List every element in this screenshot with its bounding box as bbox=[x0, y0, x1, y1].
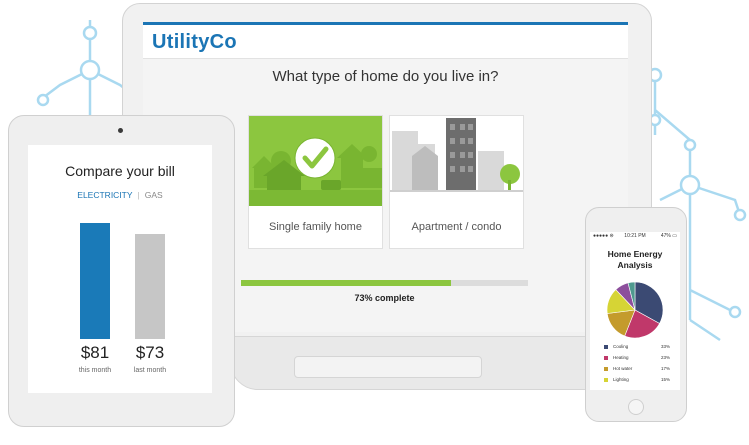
brand-bar bbox=[143, 22, 628, 25]
legend-label: Hot water bbox=[613, 366, 633, 371]
tab-electricity[interactable]: ELECTRICITY bbox=[77, 190, 132, 200]
option-apartment[interactable]: Apartment / condo bbox=[389, 115, 524, 249]
legend-percent: 23% bbox=[660, 355, 670, 360]
option-single-family[interactable]: Single family home bbox=[248, 115, 383, 249]
legend-percent: 17% bbox=[660, 366, 670, 371]
survey-question: What type of home do you live in? bbox=[272, 68, 499, 85]
legend-row: Cooling 33% bbox=[604, 344, 670, 352]
compare-bill-title: Compare your bill bbox=[65, 163, 175, 179]
single-family-illustration bbox=[249, 116, 382, 206]
option-label: Single family home bbox=[269, 221, 362, 233]
tablet-camera bbox=[118, 128, 123, 133]
legend-swatch bbox=[604, 356, 608, 360]
progress-label: 73% complete bbox=[354, 293, 415, 303]
status-bar: ●●●●● ⊜ 10:21 PM 47% ▭ bbox=[590, 232, 680, 240]
legend-swatch bbox=[604, 378, 608, 382]
legend-swatch bbox=[604, 345, 608, 349]
phone-screen: ●●●●● ⊜ 10:21 PM 47% ▭ Home Energy Analy… bbox=[590, 232, 680, 390]
bill-bar-last-month bbox=[135, 234, 165, 339]
bill-caption-last-month: last month bbox=[133, 367, 167, 374]
progress-fill bbox=[241, 280, 451, 286]
legend-row: Hot water 17% bbox=[604, 366, 670, 374]
legend-row: Heating 23% bbox=[604, 355, 670, 363]
legend-label: Heating bbox=[613, 355, 629, 360]
tablet-screen: Compare your bill ELECTRICITY | GAS $81 th… bbox=[28, 145, 212, 393]
option-label: Apartment / condo bbox=[411, 221, 502, 233]
fuel-tabs: ELECTRICITY | GAS bbox=[28, 190, 212, 200]
bill-amount-this-month: $81 bbox=[80, 343, 110, 362]
legend-row: Lighting 15% bbox=[604, 377, 670, 385]
trackpad bbox=[294, 356, 482, 378]
home-button bbox=[628, 399, 644, 415]
bill-caption-this-month: this month bbox=[78, 367, 112, 374]
legend-percent: 15% bbox=[660, 377, 670, 382]
legend-swatch bbox=[604, 367, 608, 371]
energy-pie-chart bbox=[606, 281, 664, 339]
legend-percent: 33% bbox=[660, 344, 670, 349]
tab-gas[interactable]: GAS bbox=[145, 190, 163, 200]
energy-analysis-title: Home Energy Analysis bbox=[607, 249, 663, 270]
progress-bar bbox=[241, 280, 528, 286]
legend-label: Lighting bbox=[613, 377, 629, 382]
tab-separator: | bbox=[137, 190, 140, 200]
brand-logo[interactable]: UtilityCo bbox=[152, 31, 237, 54]
battery-indicator: 47% ▭ bbox=[660, 233, 677, 239]
legend-label: Cooling bbox=[613, 344, 629, 349]
bill-amount-last-month: $73 bbox=[135, 343, 165, 362]
bill-bar-this-month bbox=[80, 223, 110, 339]
apartment-illustration bbox=[390, 116, 523, 206]
